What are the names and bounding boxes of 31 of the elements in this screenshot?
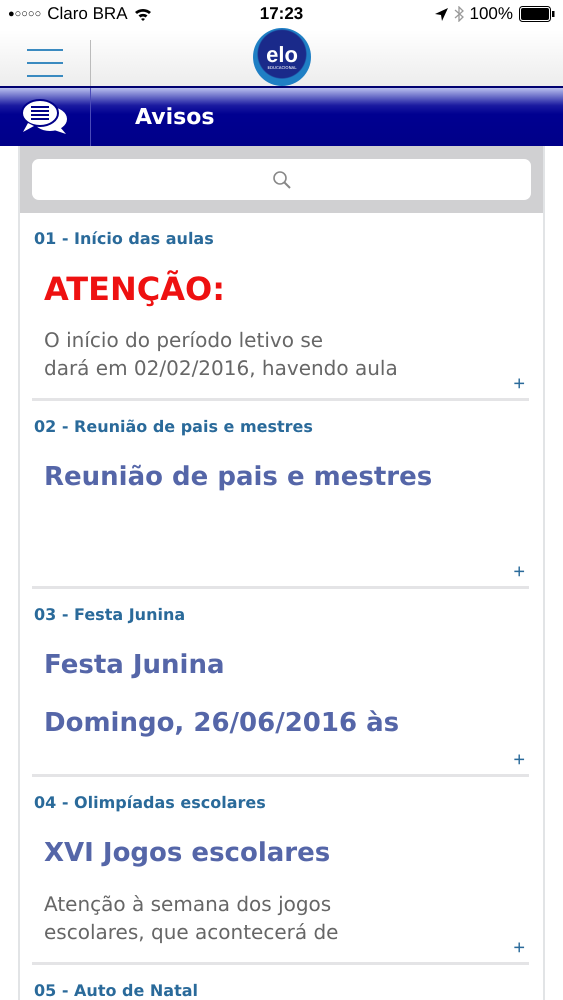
notice-title[interactable]: 05 - Auto de Natal (34, 981, 529, 1000)
battery-icon (519, 6, 555, 22)
search-field[interactable] (32, 159, 531, 200)
notice-heading: Reunião de pais e mestres (44, 461, 434, 494)
notice-title[interactable]: 03 - Festa Junina (34, 605, 529, 624)
notice-title[interactable]: 02 - Reunião de pais e mestres (34, 417, 529, 436)
expand-button[interactable]: + (513, 938, 525, 958)
expand-button[interactable]: + (513, 750, 525, 770)
battery-percent: 100% (470, 4, 513, 24)
notice-text: O início do período letivo se (44, 327, 324, 354)
search-icon (272, 170, 292, 190)
carrier-name: Claro BRA (47, 4, 128, 24)
alert-heading: ATENÇÃO: (44, 269, 226, 310)
notice-title[interactable]: 01 - Início das aulas (34, 229, 529, 248)
notice-text: escolares, que acontecerá de (44, 919, 340, 946)
expand-button[interactable]: + (513, 562, 525, 582)
notice-heading: Festa Junina (44, 649, 226, 682)
notice-heading: Domingo, 26/06/2016 às (44, 707, 400, 740)
notice-title[interactable]: 04 - Olimpíadas escolares (34, 793, 529, 812)
clock-time: 17:23 (258, 4, 304, 24)
notice-heading: XVI Jogos escolares (44, 837, 332, 870)
signal-dots: ●○○○○ (8, 8, 42, 20)
page-title: Avisos (135, 104, 214, 130)
expand-button[interactable]: + (513, 374, 525, 394)
wifi-icon (134, 7, 152, 22)
notice-text: Atenção à semana dos jogos (44, 891, 332, 918)
chat-bubbles-icon (20, 99, 70, 136)
notice-text: dará em 02/02/2016, havendo aula (44, 355, 399, 382)
location-arrow-icon (434, 8, 448, 21)
menu-icon[interactable] (27, 49, 63, 78)
bluetooth-icon (454, 6, 464, 22)
